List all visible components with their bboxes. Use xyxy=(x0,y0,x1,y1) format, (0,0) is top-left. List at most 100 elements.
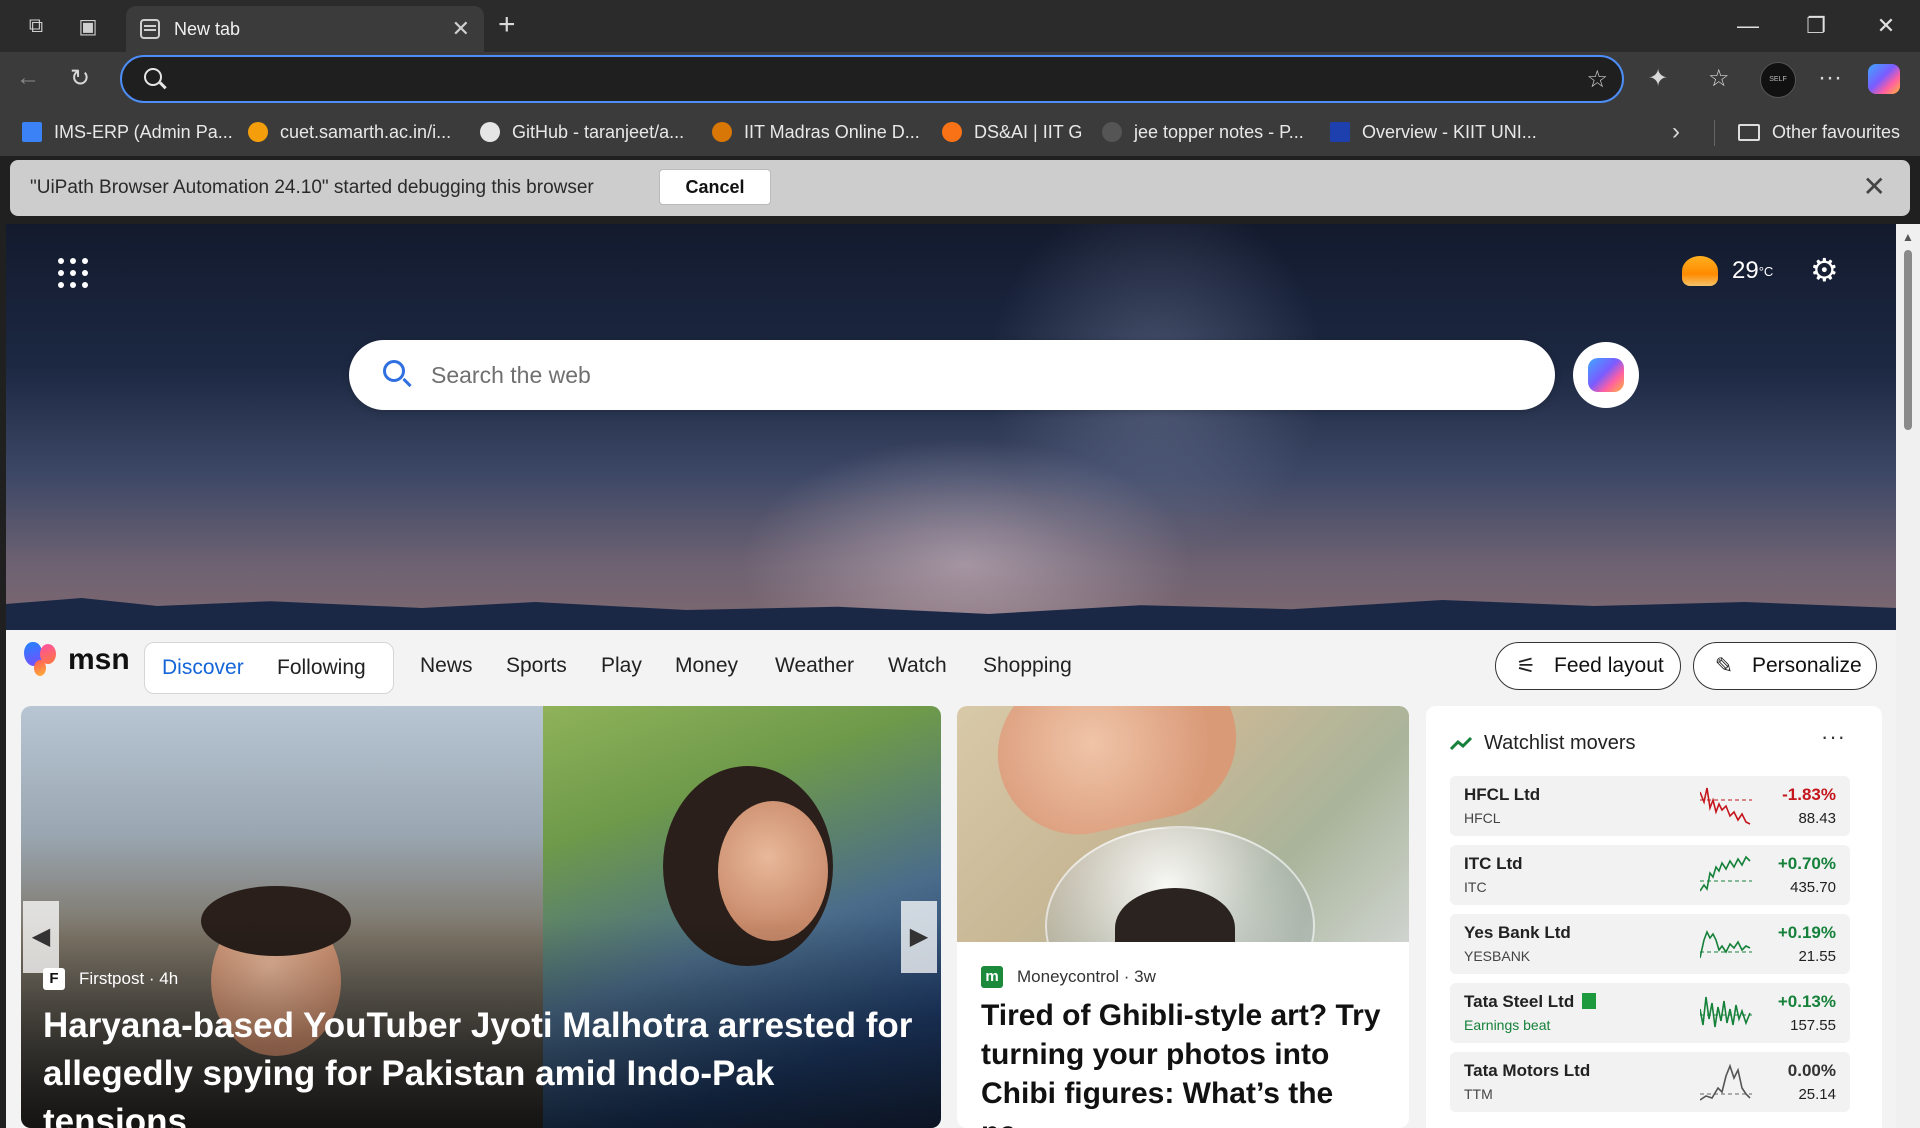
divider xyxy=(1714,120,1715,146)
msn-logo[interactable]: msn xyxy=(24,642,130,678)
tab-discover[interactable]: Discover xyxy=(162,656,244,680)
scrollbar-thumb[interactable] xyxy=(1904,250,1912,430)
carousel-prev-button[interactable]: ◀ xyxy=(23,901,59,973)
nav-money[interactable]: Money xyxy=(675,654,738,678)
story-headline[interactable]: Tired of Ghibli-style art? Try turning y… xyxy=(981,996,1391,1128)
moneycontrol-logo-icon: m xyxy=(981,966,1003,988)
trend-up-icon xyxy=(1450,736,1472,750)
mountain-silhouette xyxy=(6,598,1896,630)
minimize-button[interactable]: — xyxy=(1728,8,1768,44)
stock-name: HFCL Ltd xyxy=(1464,785,1541,804)
firstpost-logo-icon: F xyxy=(43,968,65,990)
other-favourites[interactable]: Other favourites xyxy=(1738,120,1900,144)
bookmark-dsai[interactable]: DS&AI | IIT G xyxy=(942,120,1082,144)
address-bar[interactable]: ☆ xyxy=(120,55,1624,103)
debug-infobar: "UiPath Browser Automation 24.10" starte… xyxy=(10,160,1910,216)
workspaces-icon[interactable]: ⧉ xyxy=(22,12,50,40)
hero-story-card[interactable]: ◀ ▶ F Firstpost · 4h Haryana-based YouTu… xyxy=(21,706,941,1128)
more-icon[interactable]: ··· xyxy=(1818,64,1842,92)
watchlist-movers-card: Watchlist movers ··· HFCL Ltd HFCL -1.83… xyxy=(1426,706,1882,1128)
copilot-icon[interactable] xyxy=(1868,64,1900,94)
nav-play[interactable]: Play xyxy=(601,654,642,678)
source-name: Moneycontrol xyxy=(1017,967,1120,986)
earnings-icon xyxy=(1582,993,1597,1009)
cancel-button[interactable]: Cancel xyxy=(659,169,771,205)
watchlist-title: Watchlist movers xyxy=(1484,732,1636,754)
stock-row[interactable]: Yes Bank Ltd YESBANK +0.19% 21.55 xyxy=(1450,914,1850,974)
weather-widget[interactable]: 29 °C xyxy=(1682,256,1773,286)
favorites-icon[interactable]: ☆ xyxy=(1708,64,1730,93)
bookmark-cuet[interactable]: cuet.samarth.ac.in/i... xyxy=(248,120,451,144)
bookmark-iit-madras[interactable]: IIT Madras Online D... xyxy=(712,120,920,144)
stock-name: Yes Bank Ltd xyxy=(1464,923,1571,942)
profile-avatar[interactable]: SELF xyxy=(1760,62,1796,98)
stock-row[interactable]: ITC Ltd ITC +0.70% 435.70 xyxy=(1450,845,1850,905)
vertical-tabs-icon[interactable]: ▣ xyxy=(74,12,102,40)
sliders-icon: ⚟ xyxy=(1516,653,1536,678)
stock-row[interactable]: HFCL Ltd HFCL -1.83% 88.43 xyxy=(1450,776,1850,836)
feed-layout-button[interactable]: ⚟ Feed layout xyxy=(1495,642,1681,690)
stock-price: 25.14 xyxy=(1798,1086,1836,1103)
refresh-icon[interactable]: ↻ xyxy=(70,64,90,93)
star-icon[interactable]: ☆ xyxy=(1586,65,1608,94)
bookmark-favicon-icon xyxy=(712,122,732,142)
toolbar: ← ↻ ☆ ✦ ☆ SELF ··· xyxy=(0,52,1920,108)
copilot-button[interactable] xyxy=(1573,342,1639,408)
tab-title: New tab xyxy=(174,19,241,39)
bookmark-kiit[interactable]: Overview - KIIT UNI... xyxy=(1330,120,1537,144)
personalize-button[interactable]: ✎ Personalize xyxy=(1693,642,1877,690)
stock-change: +0.13% xyxy=(1777,992,1836,1011)
apps-grid-icon[interactable] xyxy=(58,258,88,288)
nav-watch[interactable]: Watch xyxy=(888,654,947,678)
nav-sports[interactable]: Sports xyxy=(506,654,567,678)
story-source: F Firstpost · 4h xyxy=(43,968,178,990)
story-card[interactable]: m Moneycontrol · 3w Tired of Ghibli-styl… xyxy=(957,706,1409,1128)
bookmark-ims-erp[interactable]: IMS-ERP (Admin Pa... xyxy=(22,120,233,144)
bookmark-favicon-icon xyxy=(942,122,962,142)
bookmark-favicon-icon xyxy=(22,122,42,142)
scroll-up-icon[interactable]: ▲ xyxy=(1902,230,1914,244)
stock-row[interactable]: Tata Steel Ltd Earnings beat +0.13% 157.… xyxy=(1450,983,1850,1043)
close-window-button[interactable]: ✕ xyxy=(1866,8,1906,44)
search-icon xyxy=(383,360,405,382)
background-image: 29 °C ⚙ Search the web xyxy=(6,224,1896,630)
stock-change: +0.19% xyxy=(1777,923,1836,942)
sparkline-down xyxy=(1700,787,1752,825)
more-options-icon[interactable]: ··· xyxy=(1821,724,1846,750)
tab-following[interactable]: Following xyxy=(277,656,366,680)
feed-navbar: msn Discover Following News Sports Play … xyxy=(6,630,1896,700)
bookmark-github[interactable]: GitHub - taranjeet/a... xyxy=(480,120,684,144)
sparkline-flat xyxy=(1700,1063,1752,1101)
tab-new-tab[interactable]: New tab ✕ xyxy=(126,6,484,52)
settings-gear-icon[interactable]: ⚙ xyxy=(1810,254,1842,286)
sparkline-up xyxy=(1700,996,1752,1028)
back-icon[interactable]: ← xyxy=(16,64,40,92)
stock-row[interactable]: Tata Motors Ltd TTM 0.00% 25.14 xyxy=(1450,1052,1850,1112)
nav-news[interactable]: News xyxy=(420,654,473,678)
hero-headline[interactable]: Haryana-based YouTuber Jyoti Malhotra ar… xyxy=(43,1002,923,1128)
chevron-right-icon[interactable]: › xyxy=(1672,118,1680,146)
stock-symbol: HFCL xyxy=(1464,810,1501,826)
nav-weather[interactable]: Weather xyxy=(775,654,854,678)
extensions-icon[interactable]: ✦ xyxy=(1648,64,1668,93)
carousel-next-button[interactable]: ▶ xyxy=(901,901,937,973)
close-icon[interactable]: ✕ xyxy=(1863,170,1886,203)
personalize-icon: ✎ xyxy=(1714,653,1734,678)
nav-shopping[interactable]: Shopping xyxy=(983,654,1072,678)
stock-name: Tata Steel Ltd xyxy=(1464,992,1597,1012)
stock-name: Tata Motors Ltd xyxy=(1464,1061,1591,1080)
new-tab-button[interactable]: + xyxy=(498,8,516,42)
stock-name-text: Tata Steel Ltd xyxy=(1464,992,1575,1011)
bookmark-jee-notes[interactable]: jee topper notes - P... xyxy=(1102,120,1304,144)
source-age: · 4h xyxy=(148,969,179,988)
close-tab-icon[interactable]: ✕ xyxy=(452,16,470,42)
watchlist-header: Watchlist movers xyxy=(1450,732,1636,755)
infobar-message: "UiPath Browser Automation 24.10" starte… xyxy=(30,177,594,198)
feed-layout-label: Feed layout xyxy=(1554,654,1664,677)
search-placeholder: Search the web xyxy=(431,362,591,388)
web-search-box[interactable]: Search the web xyxy=(349,340,1555,410)
restore-button[interactable]: ❐ xyxy=(1796,8,1836,44)
new-tab-page-icon xyxy=(140,19,160,39)
page-scrollbar[interactable]: ▲ xyxy=(1896,224,1920,1128)
stock-price: 157.55 xyxy=(1790,1017,1836,1034)
